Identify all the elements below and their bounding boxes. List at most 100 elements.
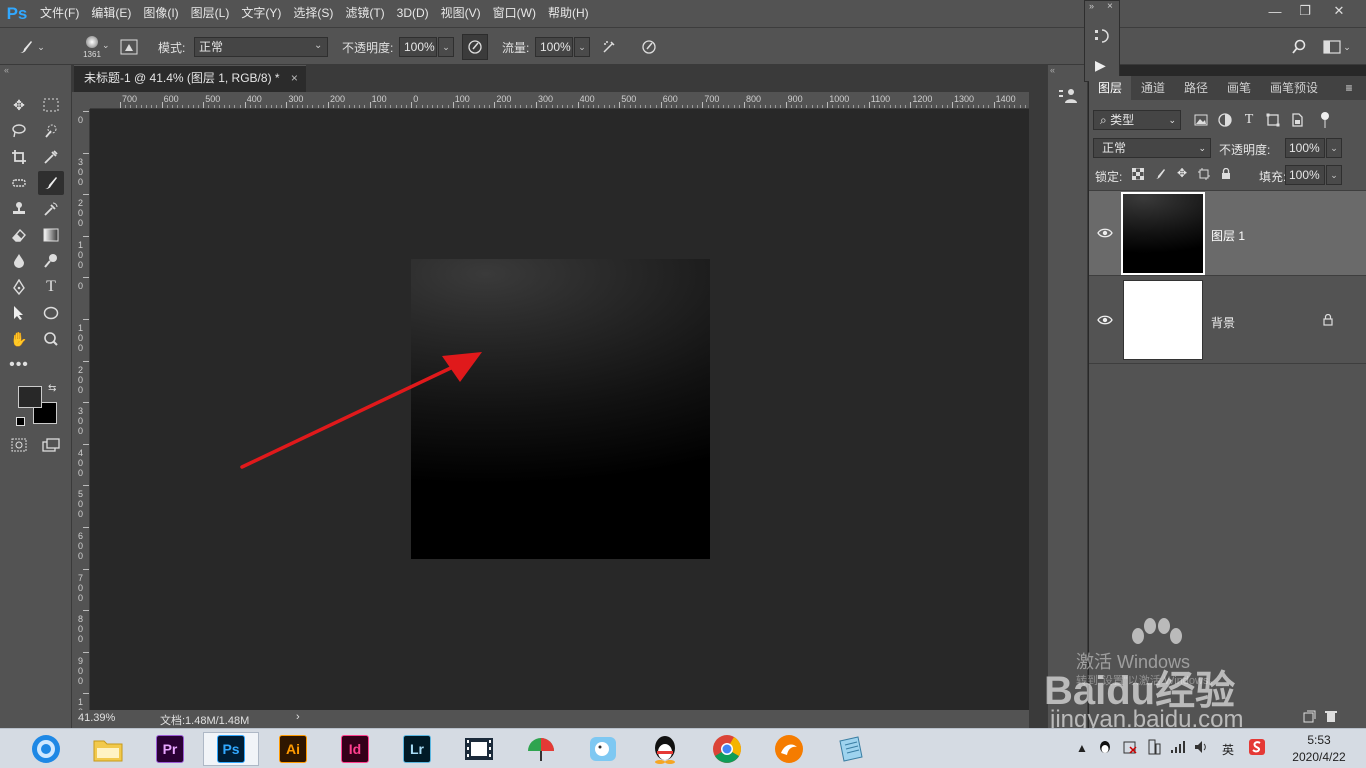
vertical-ruler[interactable]: 0 300 200 100 0 100 200 300 400 500 600 700 800 900 10…: [72, 109, 90, 710]
filter-toggle-switch[interactable]: [1321, 112, 1329, 128]
taskbar-notes-app[interactable]: [823, 732, 879, 766]
clock-date[interactable]: 2020/4/22: [1284, 750, 1354, 764]
taskbar-lightroom[interactable]: Lr: [389, 732, 445, 766]
visibility-eye-icon[interactable]: [1097, 314, 1113, 328]
foreground-color-swatch[interactable]: [18, 386, 42, 408]
menu-window[interactable]: 窗口(W): [487, 0, 542, 27]
screen-mode-button[interactable]: [38, 433, 64, 457]
tab-brushes[interactable]: 画笔: [1218, 76, 1260, 100]
collapse-icon[interactable]: «: [4, 65, 9, 75]
taskbar-umbrella-app[interactable]: [513, 732, 569, 766]
marquee-tool[interactable]: [38, 93, 64, 117]
blur-tool[interactable]: [6, 249, 32, 273]
status-menu-arrow[interactable]: ›: [296, 711, 300, 723]
zoom-level[interactable]: 41.39%: [78, 712, 115, 724]
flow-field[interactable]: 100%: [535, 37, 573, 57]
dodge-tool[interactable]: [38, 249, 64, 273]
flow-dropdown[interactable]: ⌄: [574, 37, 590, 57]
filter-type-button[interactable]: T: [1241, 112, 1257, 128]
taskbar-photoshop[interactable]: Ps: [203, 732, 259, 766]
healing-tool[interactable]: [6, 171, 32, 195]
menu-edit[interactable]: 编辑(E): [85, 0, 137, 27]
fill-field[interactable]: 100%: [1285, 165, 1325, 185]
layer-opacity-dropdown[interactable]: ⌄: [1326, 138, 1342, 158]
taskbar-file-explorer[interactable]: [80, 732, 136, 766]
visibility-eye-icon[interactable]: [1097, 227, 1113, 241]
new-layer-button[interactable]: [1301, 708, 1317, 724]
clock-time[interactable]: 5:53: [1284, 733, 1354, 747]
pen-tool[interactable]: [6, 275, 32, 299]
menu-view[interactable]: 视图(V): [435, 0, 487, 27]
tab-channels[interactable]: 通道: [1132, 76, 1174, 100]
search-button[interactable]: [1288, 36, 1310, 58]
menu-3d[interactable]: 3D(D): [391, 0, 435, 27]
eyedropper-tool[interactable]: [38, 145, 64, 169]
path-selection-tool[interactable]: [6, 301, 32, 325]
layer-name[interactable]: 图层 1: [1211, 227, 1245, 244]
airbrush-button[interactable]: [598, 36, 620, 58]
taskbar-video-app[interactable]: [451, 732, 507, 766]
filter-smart-object-button[interactable]: [1289, 112, 1305, 128]
canvas-area[interactable]: [90, 109, 1029, 710]
menu-filter[interactable]: 滤镜(T): [339, 0, 390, 27]
restore-button[interactable]: ❐: [1288, 0, 1322, 22]
taskbar-illustrator[interactable]: Ai: [265, 732, 321, 766]
lasso-tool[interactable]: [6, 119, 32, 143]
taskbar-orange-app[interactable]: [761, 732, 817, 766]
layer-row-layer1[interactable]: 图层 1: [1089, 191, 1366, 276]
default-colors-icon[interactable]: [16, 417, 25, 426]
minimize-button[interactable]: —: [1258, 0, 1292, 22]
tab-brush-presets[interactable]: 画笔预设: [1261, 76, 1327, 100]
menu-select[interactable]: 选择(S): [287, 0, 339, 27]
quick-select-tool[interactable]: [38, 119, 64, 143]
tab-layers[interactable]: 图层: [1089, 76, 1131, 100]
vertical-scrollbar[interactable]: [1029, 92, 1047, 728]
close-panel-icon[interactable]: ×: [1107, 1, 1113, 12]
opacity-dropdown[interactable]: ⌄: [438, 37, 454, 57]
clone-stamp-tool[interactable]: [6, 197, 32, 221]
taskbar-chat-app[interactable]: [575, 732, 631, 766]
lock-pixels-button[interactable]: [1153, 167, 1167, 181]
opacity-field[interactable]: 100%: [399, 37, 437, 57]
document-tab[interactable]: 未标题-1 @ 41.4% (图层 1, RGB/8) * ×: [74, 65, 306, 92]
tray-network-icon[interactable]: [1170, 740, 1186, 757]
collapse-icon[interactable]: «: [1050, 65, 1055, 75]
horizontal-ruler[interactable]: 700 600 500 400 300 200 100 0 100 200 300 400 500 600…: [90, 92, 1029, 109]
close-tab-icon[interactable]: ×: [291, 71, 298, 85]
close-window-button[interactable]: ✕: [1322, 0, 1356, 22]
brush-tool-preset-button[interactable]: ⌄: [16, 36, 46, 58]
eraser-tool[interactable]: [6, 223, 32, 247]
taskbar-indesign[interactable]: Id: [327, 732, 383, 766]
brush-settings-toggle[interactable]: [118, 36, 140, 58]
lock-transparent-button[interactable]: [1131, 167, 1145, 181]
menu-type[interactable]: 文字(Y): [235, 0, 287, 27]
history-brush-tool[interactable]: [38, 197, 64, 221]
edit-toolbar-button[interactable]: •••: [6, 353, 32, 377]
expand-icon[interactable]: »: [1089, 1, 1094, 11]
tray-volume-icon[interactable]: [1194, 740, 1210, 757]
lock-position-button[interactable]: ✥: [1175, 166, 1189, 180]
pressure-opacity-button[interactable]: [462, 34, 488, 60]
mode-select[interactable]: 正常: [194, 37, 328, 57]
tab-paths[interactable]: 路径: [1175, 76, 1217, 100]
layer-row-background[interactable]: 背景: [1089, 277, 1366, 364]
taskbar-qq[interactable]: [637, 732, 693, 766]
lock-all-button[interactable]: [1219, 167, 1233, 181]
taskbar-chrome[interactable]: [699, 732, 755, 766]
tray-device-icon[interactable]: [1146, 739, 1162, 758]
layer-name[interactable]: 背景: [1211, 314, 1235, 331]
tray-ime-language[interactable]: 英: [1222, 741, 1234, 758]
layer-filter-select[interactable]: ⌕ 类型 ⌄: [1093, 110, 1181, 130]
history-panel-button[interactable]: [1093, 27, 1113, 47]
workspace-switcher[interactable]: ⌄: [1320, 36, 1354, 58]
actions-play-button[interactable]: ▶: [1095, 57, 1113, 75]
blend-mode-select[interactable]: 正常 ⌄: [1093, 138, 1211, 158]
tray-notification-icon[interactable]: [1122, 739, 1138, 758]
fill-dropdown[interactable]: ⌄: [1326, 165, 1342, 185]
filter-pixel-button[interactable]: [1193, 112, 1209, 128]
gradient-tool[interactable]: [38, 223, 64, 247]
filter-shape-button[interactable]: [1265, 112, 1281, 128]
brush-tool[interactable]: [38, 171, 64, 195]
delete-layer-button[interactable]: [1323, 708, 1339, 724]
swap-colors-icon[interactable]: ⇆: [48, 383, 56, 394]
